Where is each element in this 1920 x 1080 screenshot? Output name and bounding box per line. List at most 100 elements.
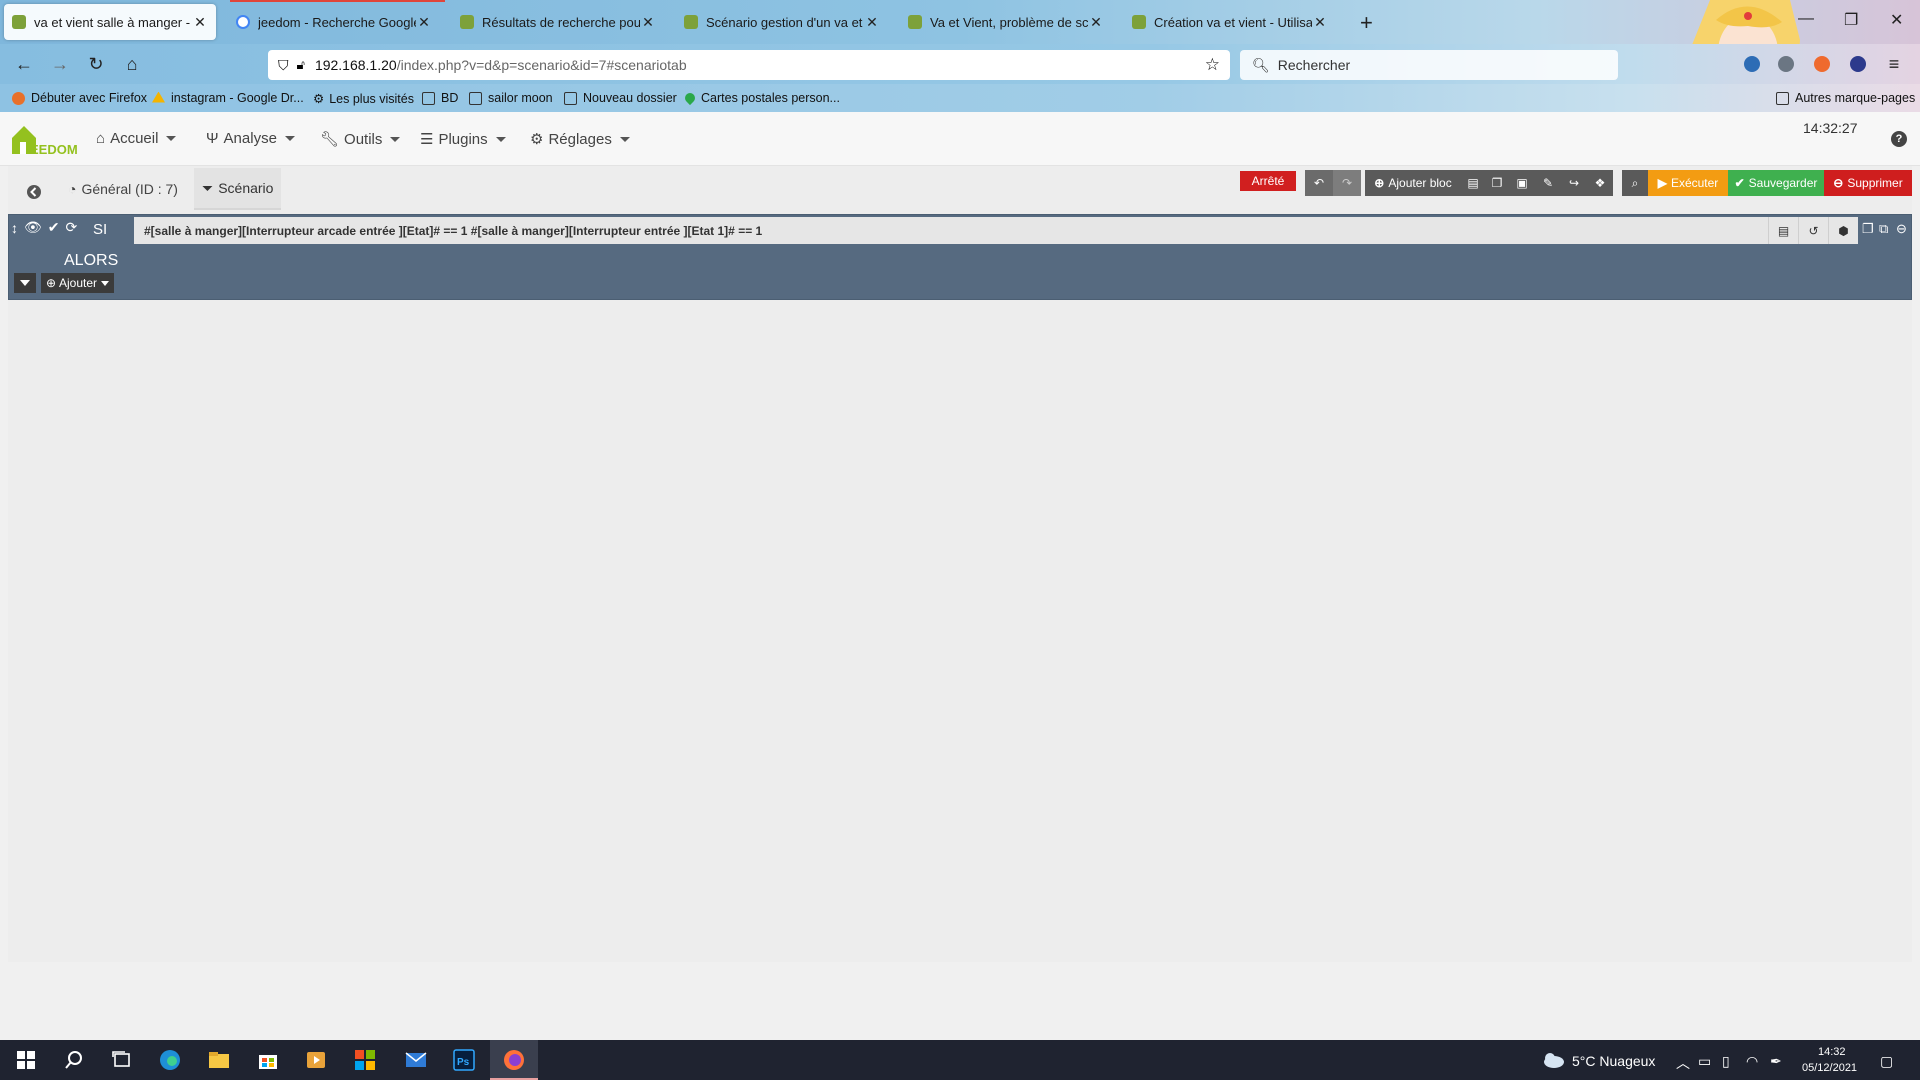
minimize-window-icon[interactable]: — xyxy=(1798,10,1814,28)
svg-text:Ps: Ps xyxy=(457,1057,470,1068)
file-explorer-icon[interactable] xyxy=(207,1048,231,1072)
close-icon[interactable]: ✕ xyxy=(864,14,880,31)
display-icon[interactable]: ▭ xyxy=(1698,1053,1711,1070)
close-icon[interactable]: ✕ xyxy=(1088,14,1104,31)
jeedom-favicon-icon xyxy=(908,15,922,29)
tab-jeedom-scenario[interactable]: va et vient salle à manger - Jeed ✕ xyxy=(4,4,216,40)
search-input[interactable]: 🔍︎ Rechercher xyxy=(1240,50,1618,80)
tab-va-et-vient-probleme[interactable]: Va et Vient, problème de scénar ✕ xyxy=(900,4,1112,40)
extension-icon[interactable] xyxy=(1778,56,1794,72)
home-icon[interactable]: ⌂ xyxy=(120,52,144,76)
menu-plugins[interactable]: ☰ Plugins xyxy=(420,130,506,148)
collapse-button[interactable] xyxy=(14,273,36,293)
tab-general[interactable]: ◔ Général (ID : 7) xyxy=(60,168,186,210)
save-button[interactable]: ✔ Sauvegarder xyxy=(1728,170,1824,196)
copy-block-icon[interactable]: ❐ xyxy=(1862,221,1874,237)
battery-icon[interactable]: ▯ xyxy=(1722,1053,1730,1070)
bookmark-folder[interactable]: BD xyxy=(422,91,458,105)
bookmark-item[interactable]: Débuter avec Firefox xyxy=(12,91,147,105)
weather-text[interactable]: 5°C Nuageux xyxy=(1572,1053,1655,1069)
search-icon[interactable]: ⌕ xyxy=(1622,170,1648,196)
extension-icon[interactable] xyxy=(1814,56,1830,72)
close-icon[interactable]: ✕ xyxy=(192,14,208,31)
help-icon[interactable]: ? xyxy=(1891,131,1907,147)
history-icon[interactable]: ↺ xyxy=(1798,217,1828,244)
wifi-icon[interactable]: ◠ xyxy=(1746,1053,1758,1070)
add-action-button[interactable]: ⊕ Ajouter xyxy=(41,273,114,293)
edit-icon[interactable]: ✎ xyxy=(1535,170,1561,196)
delete-button[interactable]: ⊖ Supprimer xyxy=(1824,170,1912,196)
tab-scenario[interactable]: ⏷ Scénario xyxy=(194,168,282,210)
jeedom-logo[interactable]: EEDOM xyxy=(8,120,78,160)
refresh-icon[interactable]: ⟳ xyxy=(66,219,78,236)
remove-block-icon[interactable]: ⊖ xyxy=(1896,221,1907,237)
pocket-icon[interactable] xyxy=(1744,56,1760,72)
caret-down-icon xyxy=(390,136,401,142)
media-player-icon[interactable] xyxy=(304,1048,328,1072)
restore-window-icon[interactable]: ❐ xyxy=(1844,10,1858,30)
list-icon[interactable]: ▤ xyxy=(1768,217,1798,244)
menu-hamburger-icon[interactable]: ≡ xyxy=(1882,52,1906,76)
bookmark-star-icon[interactable]: ☆ xyxy=(1205,55,1220,75)
bookmark-item[interactable]: ⚙ Les plus visités xyxy=(313,91,414,107)
menu-outils[interactable]: 🔧︎ Outils xyxy=(320,130,401,148)
tab-title: Création va et vient - Utilisation xyxy=(1154,14,1312,30)
file-icon[interactable]: ▤ xyxy=(1461,170,1485,196)
shield-icon[interactable]: ⛉ xyxy=(278,57,289,74)
account-icon[interactable] xyxy=(1850,56,1866,72)
forward-arrow-icon[interactable]: → xyxy=(48,52,72,76)
reload-icon[interactable]: ↻ xyxy=(84,52,108,76)
taskbar-date[interactable]: 05/12/2021 xyxy=(1802,1062,1857,1074)
edge-browser-icon[interactable] xyxy=(158,1048,182,1072)
image-icon[interactable]: ▣ xyxy=(1509,170,1535,196)
undo-icon[interactable]: ↶ xyxy=(1305,170,1333,196)
mail-icon[interactable] xyxy=(404,1048,428,1072)
share-icon[interactable]: ↪ xyxy=(1561,170,1587,196)
windows-start-icon[interactable] xyxy=(14,1048,38,1072)
eye-icon[interactable]: 👁︎ xyxy=(24,219,42,236)
bookmark-item[interactable]: Cartes postales person... xyxy=(682,90,840,106)
menu-accueil[interactable]: ⌂ Accueil xyxy=(96,130,177,147)
check-icon[interactable]: ✔ xyxy=(48,219,60,236)
photoshop-icon[interactable]: Ps xyxy=(452,1048,476,1072)
back-arrow-icon[interactable]: ← xyxy=(12,52,36,76)
paste-block-icon[interactable]: ⧉ xyxy=(1879,221,1888,237)
task-view-icon[interactable] xyxy=(110,1048,134,1072)
menu-reglages[interactable]: ⚙ Réglages xyxy=(530,130,630,148)
bookmark-folder[interactable]: Nouveau dossier xyxy=(564,91,677,105)
close-window-icon[interactable]: ✕ xyxy=(1890,10,1903,30)
tab-google-search[interactable]: jeedom - Recherche Google ✕ xyxy=(228,4,440,40)
store-icon[interactable] xyxy=(256,1048,280,1072)
close-icon[interactable]: ✕ xyxy=(1312,14,1328,31)
microsoft-tiles-icon[interactable] xyxy=(353,1048,377,1072)
cubes-icon[interactable]: ❖ xyxy=(1587,170,1613,196)
search-icon[interactable] xyxy=(62,1048,86,1072)
taskbar-time[interactable]: 14:32 xyxy=(1818,1046,1846,1058)
tab-search-results[interactable]: Résultats de recherche pour « v ✕ xyxy=(452,4,664,40)
tab-label: Scénario xyxy=(218,180,274,196)
url-bar[interactable]: ⛉ 🔓︎ 192.168.1.20 /index.php?v=d&p=scena… xyxy=(268,50,1230,80)
notifications-icon[interactable]: ▢ xyxy=(1880,1053,1893,1070)
bookmark-folder[interactable]: sailor moon xyxy=(469,91,553,105)
chevron-up-icon[interactable]: ︿ xyxy=(1676,1053,1690,1073)
cube-icon[interactable]: ⬢ xyxy=(1828,217,1858,244)
insecure-lock-icon[interactable]: 🔓︎ xyxy=(297,57,305,73)
condition-input[interactable]: #[salle à manger][Interrupteur arcade en… xyxy=(134,217,1768,244)
other-bookmarks[interactable]: Autres marque-pages xyxy=(1776,91,1915,105)
pen-icon[interactable]: ✒ xyxy=(1770,1053,1782,1070)
tab-creation-va-et-vient[interactable]: Création va et vient - Utilisation ✕ xyxy=(1124,4,1336,40)
firefox-icon[interactable] xyxy=(502,1048,526,1072)
drag-handle-icon[interactable]: ↕ xyxy=(11,220,18,236)
weather-cloud-icon[interactable] xyxy=(1540,1048,1566,1072)
close-icon[interactable]: ✕ xyxy=(416,14,432,31)
menu-analyse[interactable]: Ψ Analyse xyxy=(206,130,295,147)
redo-icon[interactable]: ↷ xyxy=(1333,170,1361,196)
new-tab-button[interactable]: + xyxy=(1360,10,1373,36)
bookmark-item[interactable]: instagram - Google Dr... xyxy=(152,91,304,105)
copy-icon[interactable]: ❐ xyxy=(1485,170,1509,196)
back-circle-icon[interactable] xyxy=(22,180,46,204)
add-block-button[interactable]: ⊕ Ajouter bloc xyxy=(1365,170,1461,196)
close-icon[interactable]: ✕ xyxy=(640,14,656,31)
execute-button[interactable]: ▶ Exécuter xyxy=(1648,170,1728,196)
tab-scenario-gestion[interactable]: Scénario gestion d'un va et vien ✕ xyxy=(676,4,888,40)
